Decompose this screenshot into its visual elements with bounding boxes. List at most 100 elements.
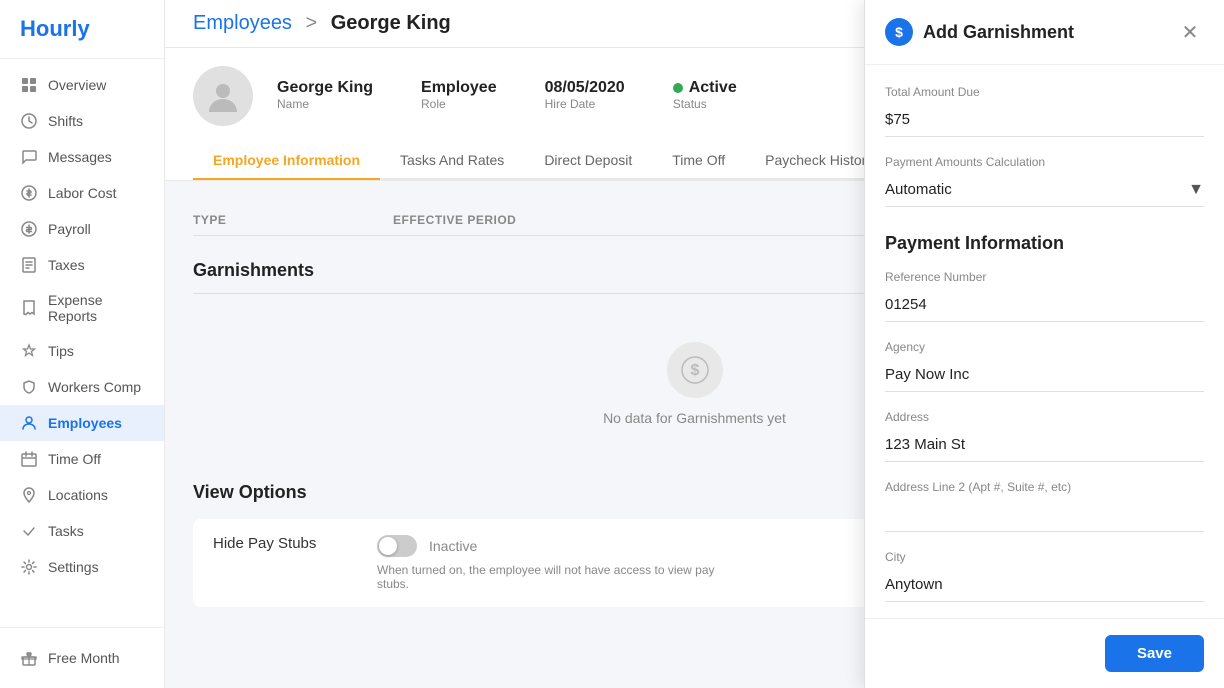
reference-number-label: Reference Number xyxy=(885,270,1204,284)
app-logo: Hourly xyxy=(0,0,164,59)
breadcrumb: Employees > George King xyxy=(193,12,451,35)
toggle-inactive-badge: Inactive xyxy=(429,538,477,554)
payment-information-title: Payment Information xyxy=(885,225,1204,254)
sidebar-item-tasks[interactable]: Tasks xyxy=(0,513,164,549)
profile-fields: George King Name Employee Role 08/05/202… xyxy=(277,79,737,113)
col-type-header: TYPE xyxy=(193,213,393,227)
status-dot xyxy=(673,83,683,93)
breadcrumb-parent[interactable]: Employees xyxy=(193,12,292,34)
hide-pay-stubs-label: Hide Pay Stubs xyxy=(213,535,353,552)
pin-icon xyxy=(20,486,38,504)
tab-direct-deposit[interactable]: Direct Deposit xyxy=(524,142,652,180)
sidebar-item-label: Free Month xyxy=(48,650,120,666)
sidebar-item-taxes[interactable]: Taxes xyxy=(0,247,164,283)
sidebar-item-label: Labor Cost xyxy=(48,185,116,201)
reference-number-input[interactable] xyxy=(885,288,1204,322)
employee-hire-date: 08/05/2020 xyxy=(545,79,625,97)
receipt-icon xyxy=(20,299,38,317)
sidebar-item-label: Expense Reports xyxy=(48,292,144,324)
employee-role-label: Role xyxy=(421,97,497,111)
sidebar-nav: Overview Shifts Messages Labor Cost xyxy=(0,59,164,627)
taxes-icon xyxy=(20,256,38,274)
employee-role: Employee xyxy=(421,79,497,97)
sidebar-item-label: Taxes xyxy=(48,257,85,273)
address-line2-label: Address Line 2 (Apt #, Suite #, etc) xyxy=(885,480,1204,494)
tab-time-off[interactable]: Time Off xyxy=(652,142,745,180)
total-amount-due-label: Total Amount Due xyxy=(885,85,1204,99)
employee-hire-date-field: 08/05/2020 Hire Date xyxy=(545,79,625,113)
sidebar-item-label: Employees xyxy=(48,415,122,431)
sidebar-item-tips[interactable]: Tips xyxy=(0,333,164,369)
clock-icon xyxy=(20,112,38,130)
payroll-icon xyxy=(20,220,38,238)
panel-header: $ Add Garnishment ✕ xyxy=(865,0,1224,65)
panel-title: $ Add Garnishment xyxy=(885,18,1074,46)
employee-role-field: Employee Role xyxy=(421,79,497,113)
avatar xyxy=(193,66,253,126)
sidebar-item-expense-reports[interactable]: Expense Reports xyxy=(0,283,164,333)
sidebar-item-workers-comp[interactable]: Workers Comp xyxy=(0,369,164,405)
sidebar-item-settings[interactable]: Settings xyxy=(0,549,164,585)
sidebar-item-time-off[interactable]: Time Off xyxy=(0,441,164,477)
panel-body: Total Amount Due Payment Amounts Calcula… xyxy=(865,65,1224,618)
agency-input[interactable] xyxy=(885,358,1204,392)
dollar-icon xyxy=(20,184,38,202)
grid-icon xyxy=(20,76,38,94)
employee-hire-date-label: Hire Date xyxy=(545,97,625,111)
sidebar-item-labor-cost[interactable]: Labor Cost xyxy=(0,175,164,211)
panel-title-icon: $ xyxy=(885,18,913,46)
sidebar-item-messages[interactable]: Messages xyxy=(0,139,164,175)
payment-amounts-calc-group: Payment Amounts Calculation Automatic Ma… xyxy=(885,155,1204,207)
payment-amounts-calc-label: Payment Amounts Calculation xyxy=(885,155,1204,169)
person-icon xyxy=(20,414,38,432)
address-label: Address xyxy=(885,410,1204,424)
employee-name-label: Name xyxy=(277,97,373,111)
payment-amounts-calc-select[interactable]: Automatic Manual xyxy=(885,173,1204,207)
sidebar-item-label: Messages xyxy=(48,149,112,165)
sidebar-item-label: Shifts xyxy=(48,113,83,129)
employee-name-field: George King Name xyxy=(277,79,373,113)
hide-pay-stubs-toggle[interactable] xyxy=(377,535,417,557)
toggle-hint: When turned on, the employee will not ha… xyxy=(377,563,727,591)
sidebar-item-label: Tips xyxy=(48,343,74,359)
panel-footer: Save xyxy=(865,618,1224,688)
sidebar-item-label: Settings xyxy=(48,559,99,575)
address-line2-input[interactable] xyxy=(885,498,1204,532)
sidebar-item-locations[interactable]: Locations xyxy=(0,477,164,513)
breadcrumb-separator: > xyxy=(306,12,323,34)
city-input[interactable] xyxy=(885,568,1204,602)
breadcrumb-current: George King xyxy=(331,12,451,34)
svg-text:$: $ xyxy=(690,362,699,379)
garnishments-empty-icon: $ xyxy=(667,342,723,398)
add-garnishment-panel: $ Add Garnishment ✕ Total Amount Due Pay… xyxy=(864,0,1224,688)
sidebar-item-label: Locations xyxy=(48,487,108,503)
sidebar-item-employees[interactable]: Employees xyxy=(0,405,164,441)
calendar-icon xyxy=(20,450,38,468)
total-amount-due-group: Total Amount Due xyxy=(885,85,1204,137)
panel-close-button[interactable]: ✕ xyxy=(1176,18,1204,46)
sidebar: Hourly Overview Shifts Messages xyxy=(0,0,165,688)
agency-label: Agency xyxy=(885,340,1204,354)
sidebar-item-label: Tasks xyxy=(48,523,84,539)
gear-icon xyxy=(20,558,38,576)
sidebar-item-shifts[interactable]: Shifts xyxy=(0,103,164,139)
gift-icon xyxy=(20,649,38,667)
employee-status-label: Status xyxy=(673,97,737,111)
chat-icon xyxy=(20,148,38,166)
sidebar-item-free-month[interactable]: Free Month xyxy=(0,640,164,676)
tab-tasks-and-rates[interactable]: Tasks And Rates xyxy=(380,142,524,180)
agency-group: Agency xyxy=(885,340,1204,392)
total-amount-due-input[interactable] xyxy=(885,103,1204,137)
address-input[interactable] xyxy=(885,428,1204,462)
garnishments-empty-text: No data for Garnishments yet xyxy=(603,410,786,426)
city-label: City xyxy=(885,550,1204,564)
reference-number-group: Reference Number xyxy=(885,270,1204,322)
employee-name: George King xyxy=(277,79,373,97)
sidebar-bottom: Free Month xyxy=(0,627,164,688)
sidebar-item-payroll[interactable]: Payroll xyxy=(0,211,164,247)
employee-status-field: Active Status xyxy=(673,79,737,113)
tab-employee-information[interactable]: Employee Information xyxy=(193,142,380,180)
sidebar-item-overview[interactable]: Overview xyxy=(0,67,164,103)
save-button[interactable]: Save xyxy=(1105,635,1204,672)
address-line2-group: Address Line 2 (Apt #, Suite #, etc) xyxy=(885,480,1204,532)
